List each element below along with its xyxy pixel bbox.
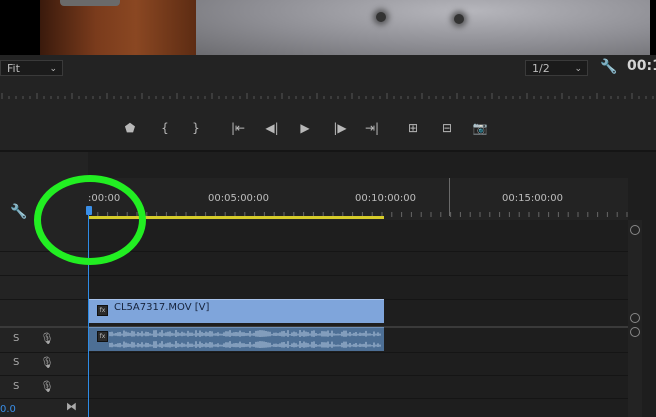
ruler-tick-label: 00:10:00:00 [355, 193, 417, 204]
monitor-ruler-ticks [1, 93, 654, 99]
solo-toggle[interactable]: S [13, 381, 19, 392]
go-to-in-button[interactable]: |⇤ [228, 121, 248, 135]
microphone-icon[interactable]: 🎙 [40, 380, 54, 393]
mark-out-button[interactable]: } [186, 121, 206, 135]
monitor-controls-bar: Fit ⌄ 1/2 ⌄ 🔧 [0, 55, 656, 87]
video-frame-tuft [454, 14, 464, 24]
audio-waveform [109, 330, 381, 348]
scroll-handle-icon[interactable] [630, 225, 640, 235]
zoom-fit-dropdown[interactable]: Fit ⌄ [0, 60, 63, 76]
ruler-marker-line [449, 178, 450, 216]
solo-toggle[interactable]: S [13, 357, 19, 368]
step-back-button[interactable]: ◀| [262, 121, 282, 135]
ruler-tick-label: 00:05:00:00 [208, 193, 270, 204]
transport-controls: ⬟ {} |⇤ ◀| ▶ |▶ ⇥| ⊞ ⊟ 📷 [0, 103, 656, 152]
chevron-down-icon: ⌄ [49, 64, 57, 74]
track-separator [0, 352, 628, 353]
track-separator [0, 398, 628, 399]
scroll-handle-icon[interactable] [630, 327, 640, 337]
program-monitor-video [0, 0, 656, 55]
ruler-tick-label: 00:15:00:00 [502, 193, 564, 204]
video-clip-name: CL5A7317.MOV [V] [114, 302, 210, 313]
step-forward-button[interactable]: |▶ [330, 121, 350, 135]
insert-button[interactable]: ⊞ [403, 121, 423, 135]
scroll-handle-icon[interactable] [630, 313, 640, 323]
play-button[interactable]: ▶ [295, 121, 315, 135]
wrench-icon[interactable]: 🔧 [10, 204, 27, 220]
master-bowtie-icon[interactable]: ⧓ [66, 400, 77, 413]
fx-badge-icon: fx [97, 305, 108, 316]
zoom-fit-label: Fit [7, 62, 20, 75]
video-frame-wood [40, 0, 200, 55]
resolution-dropdown[interactable]: 1/2 ⌄ [525, 60, 588, 76]
video-frame-sofa [196, 0, 650, 55]
track-separator [0, 375, 628, 376]
monitor-time-ruler[interactable] [0, 87, 656, 103]
highlight-circle [34, 175, 146, 265]
resolution-label: 1/2 [532, 62, 550, 75]
master-volume-value[interactable]: 0.0 [0, 404, 16, 415]
timeline-time-ruler[interactable]: :00:00 00:05:00:00 00:10:00:00 00:15:00:… [88, 178, 628, 220]
solo-toggle[interactable]: S [13, 333, 19, 344]
chevron-down-icon: ⌄ [574, 64, 582, 74]
mark-in-button[interactable]: { [155, 121, 175, 135]
microphone-icon[interactable]: 🎙 [40, 332, 54, 345]
export-frame-button[interactable]: 📷 [470, 121, 490, 135]
go-to-out-button[interactable]: ⇥| [362, 121, 382, 135]
wrench-icon[interactable]: 🔧 [600, 59, 617, 75]
audio-clip[interactable]: fx [88, 327, 384, 351]
playhead-timecode[interactable]: 00:1 [627, 58, 656, 74]
video-frame-object [60, 0, 120, 6]
add-marker-button[interactable]: ⬟ [120, 121, 140, 135]
timeline-vertical-scrollbar[interactable] [628, 220, 642, 417]
overwrite-button[interactable]: ⊟ [437, 121, 457, 135]
microphone-icon[interactable]: 🎙 [40, 356, 54, 369]
track-separator [0, 275, 628, 276]
video-frame-tuft [376, 12, 386, 22]
